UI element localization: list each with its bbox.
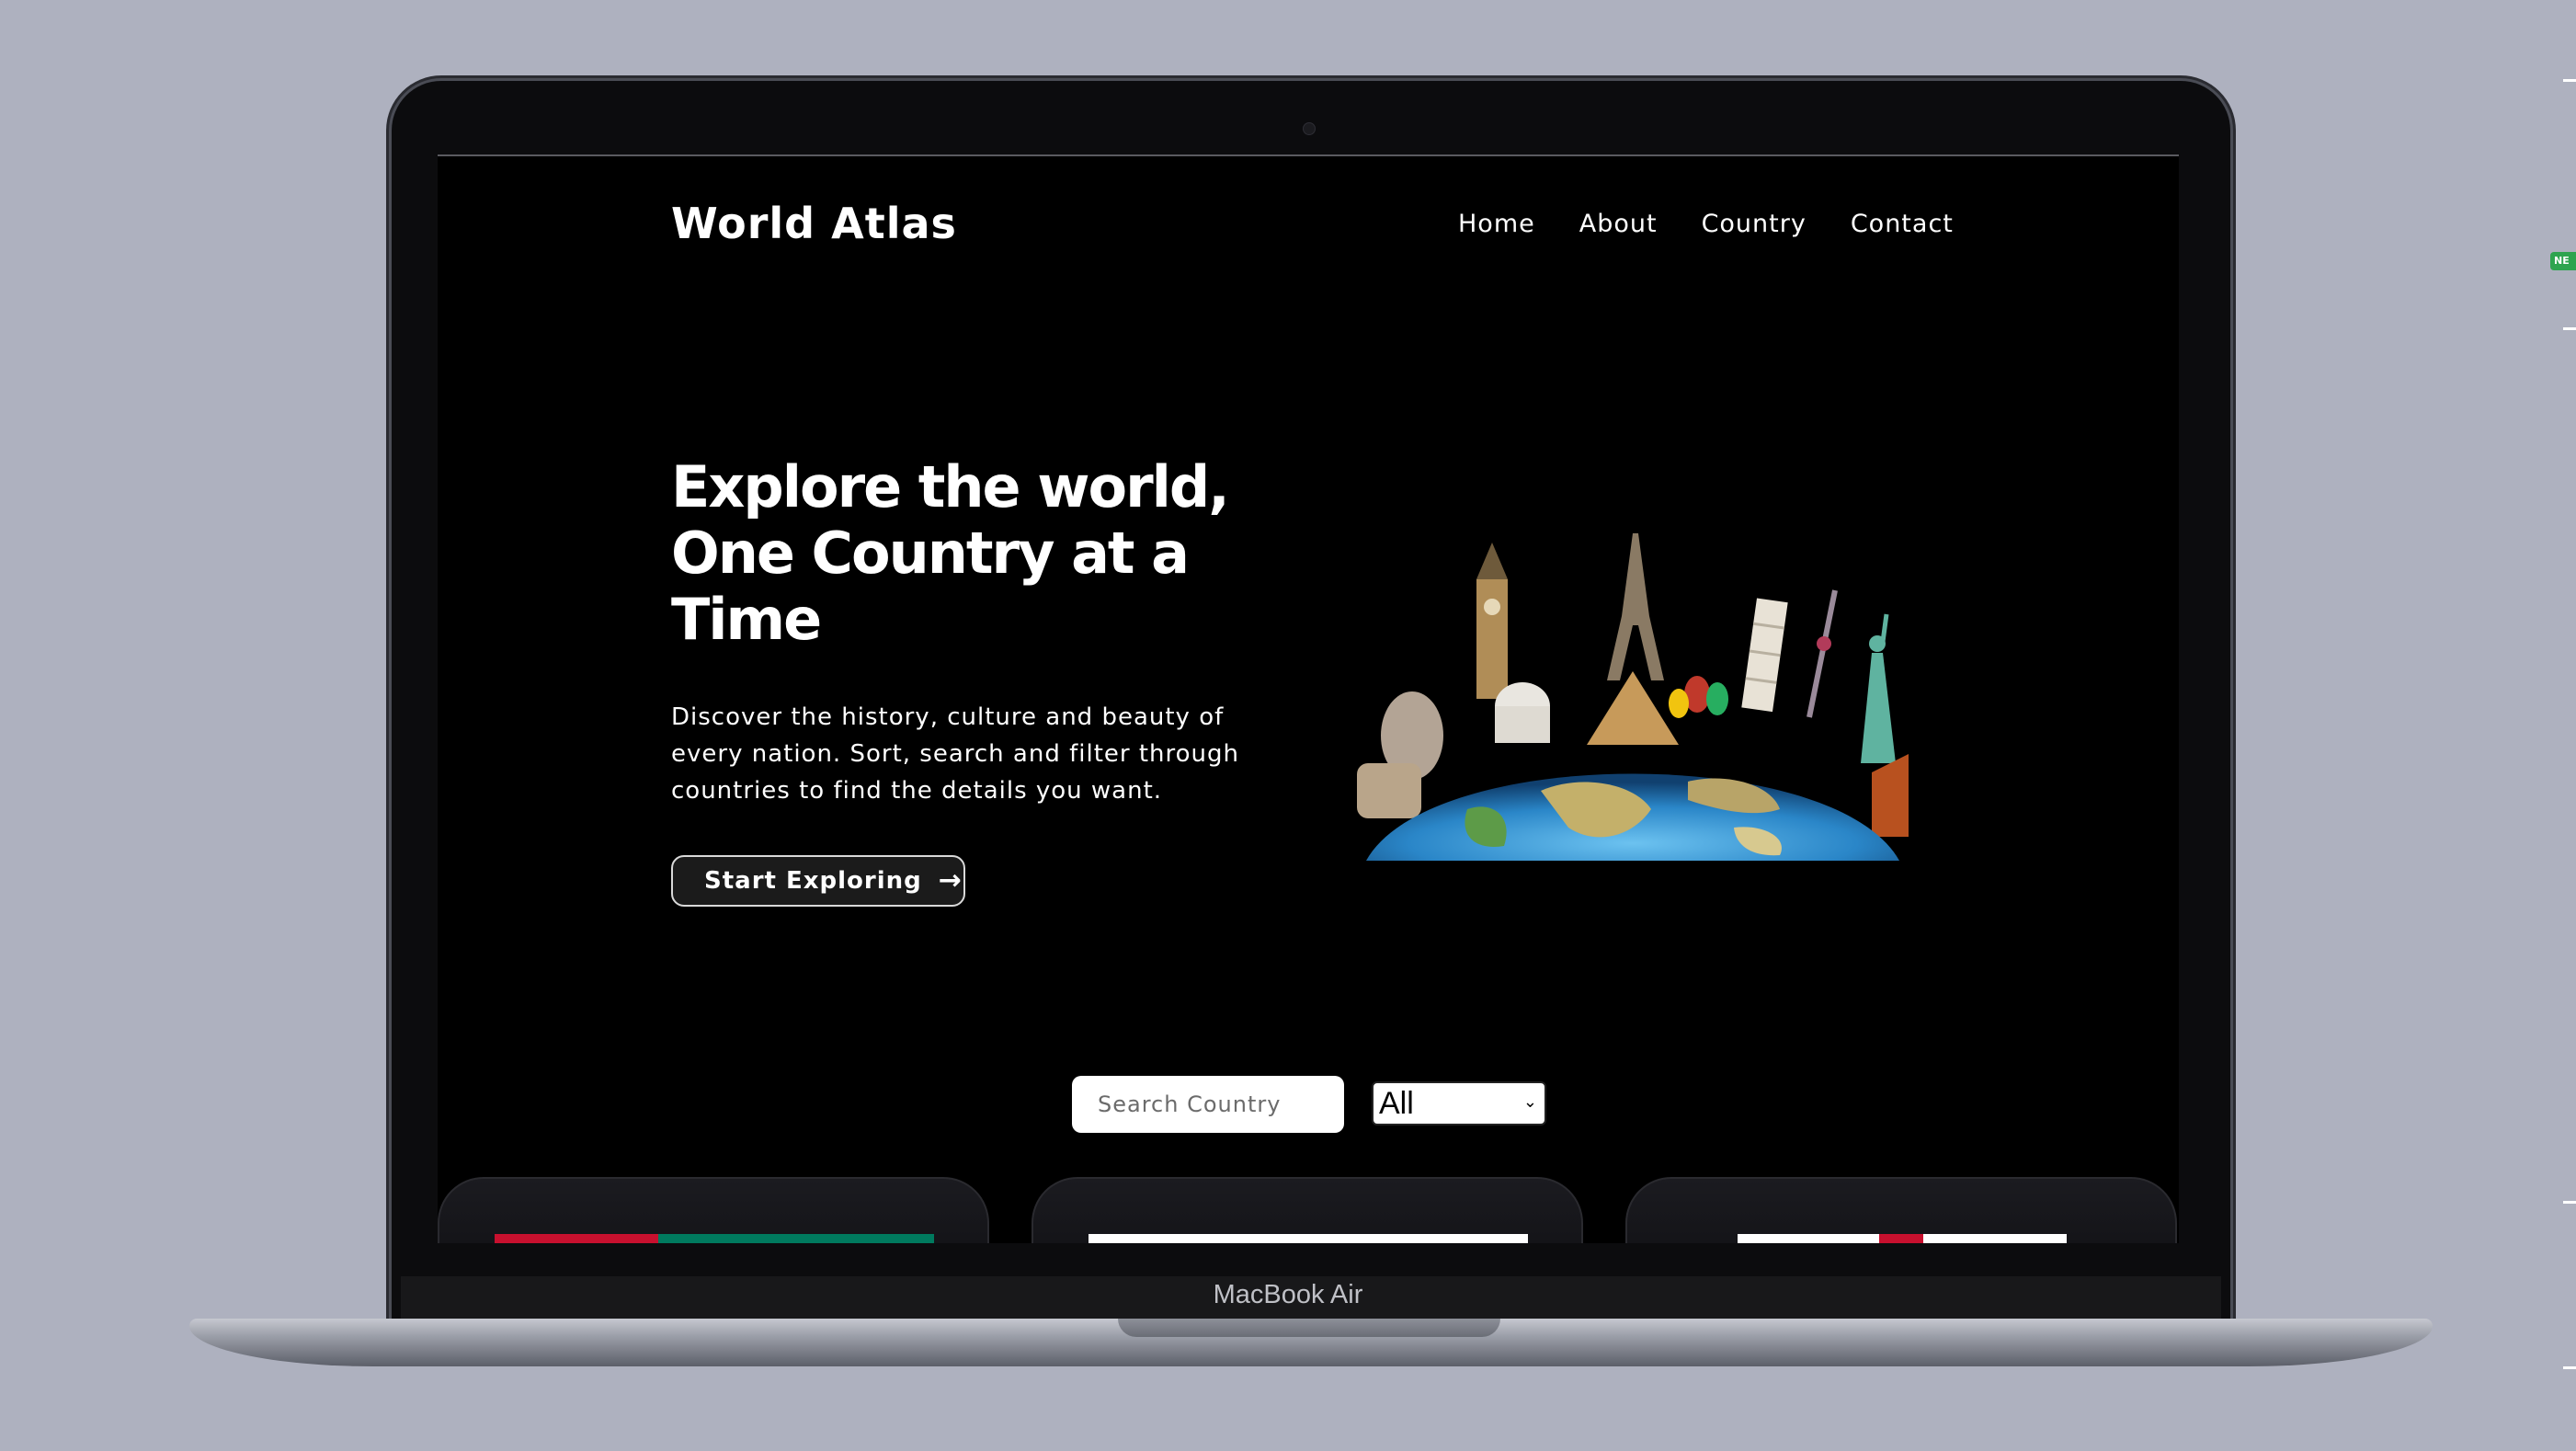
tv-tower-shape — [1807, 589, 1838, 718]
device-model-label: MacBook Air — [1213, 1280, 1363, 1309]
country-flag — [1738, 1234, 2067, 1243]
region-select[interactable]: All ⌄ — [1372, 1081, 1546, 1125]
country-flag — [495, 1234, 934, 1243]
camera-icon — [1303, 122, 1316, 135]
country-flag — [1089, 1234, 1528, 1243]
pisa-tower-shape — [1741, 598, 1788, 713]
red-rock-shape — [1872, 754, 1909, 837]
new-badge: NE — [2550, 252, 2576, 270]
globe-landmarks-image — [1357, 533, 1909, 861]
laptop-screen: World Atlas Home About Country Contact E… — [438, 154, 2179, 1243]
eiffel-tower-shape — [1607, 533, 1664, 680]
adjacent-window-edge — [2558, 0, 2576, 1451]
cta-label: Start Exploring — [704, 867, 922, 895]
site-logo[interactable]: World Atlas — [671, 199, 957, 248]
region-select-value: All — [1379, 1085, 1414, 1121]
laptop-notch — [1118, 1319, 1500, 1337]
arrow-right-icon: → — [938, 864, 963, 897]
nav-contact[interactable]: Contact — [1851, 210, 1954, 238]
hero-title: Explore the world, One Country at a Time — [671, 453, 1230, 653]
big-ben-shape — [1476, 579, 1508, 699]
hero-description: Discover the history, culture and beauty… — [671, 703, 1240, 805]
country-card[interactable] — [1032, 1177, 1583, 1243]
statue-of-liberty-shape — [1861, 653, 1896, 763]
country-card[interactable] — [1625, 1177, 2177, 1243]
adjacent-window-tick — [2563, 1201, 2576, 1204]
search-country-input[interactable]: Search Country — [1072, 1076, 1344, 1133]
search-placeholder: Search Country — [1098, 1091, 1282, 1117]
country-card[interactable] — [438, 1177, 989, 1243]
main-nav: Home About Country Contact — [1458, 210, 1954, 238]
nav-country[interactable]: Country — [1702, 210, 1807, 238]
nav-about[interactable]: About — [1579, 210, 1658, 238]
screen-divider — [438, 154, 2179, 156]
adjacent-window-tick — [2563, 79, 2576, 82]
start-exploring-button[interactable]: Start Exploring → — [671, 855, 965, 907]
adjacent-window-tick — [2563, 327, 2576, 330]
nav-home[interactable]: Home — [1458, 210, 1535, 238]
adjacent-window-tick — [2563, 1366, 2576, 1369]
pyramid-shape — [1587, 671, 1679, 745]
chevron-down-icon: ⌄ — [1522, 1092, 1537, 1111]
colosseum-shape — [1357, 763, 1421, 818]
